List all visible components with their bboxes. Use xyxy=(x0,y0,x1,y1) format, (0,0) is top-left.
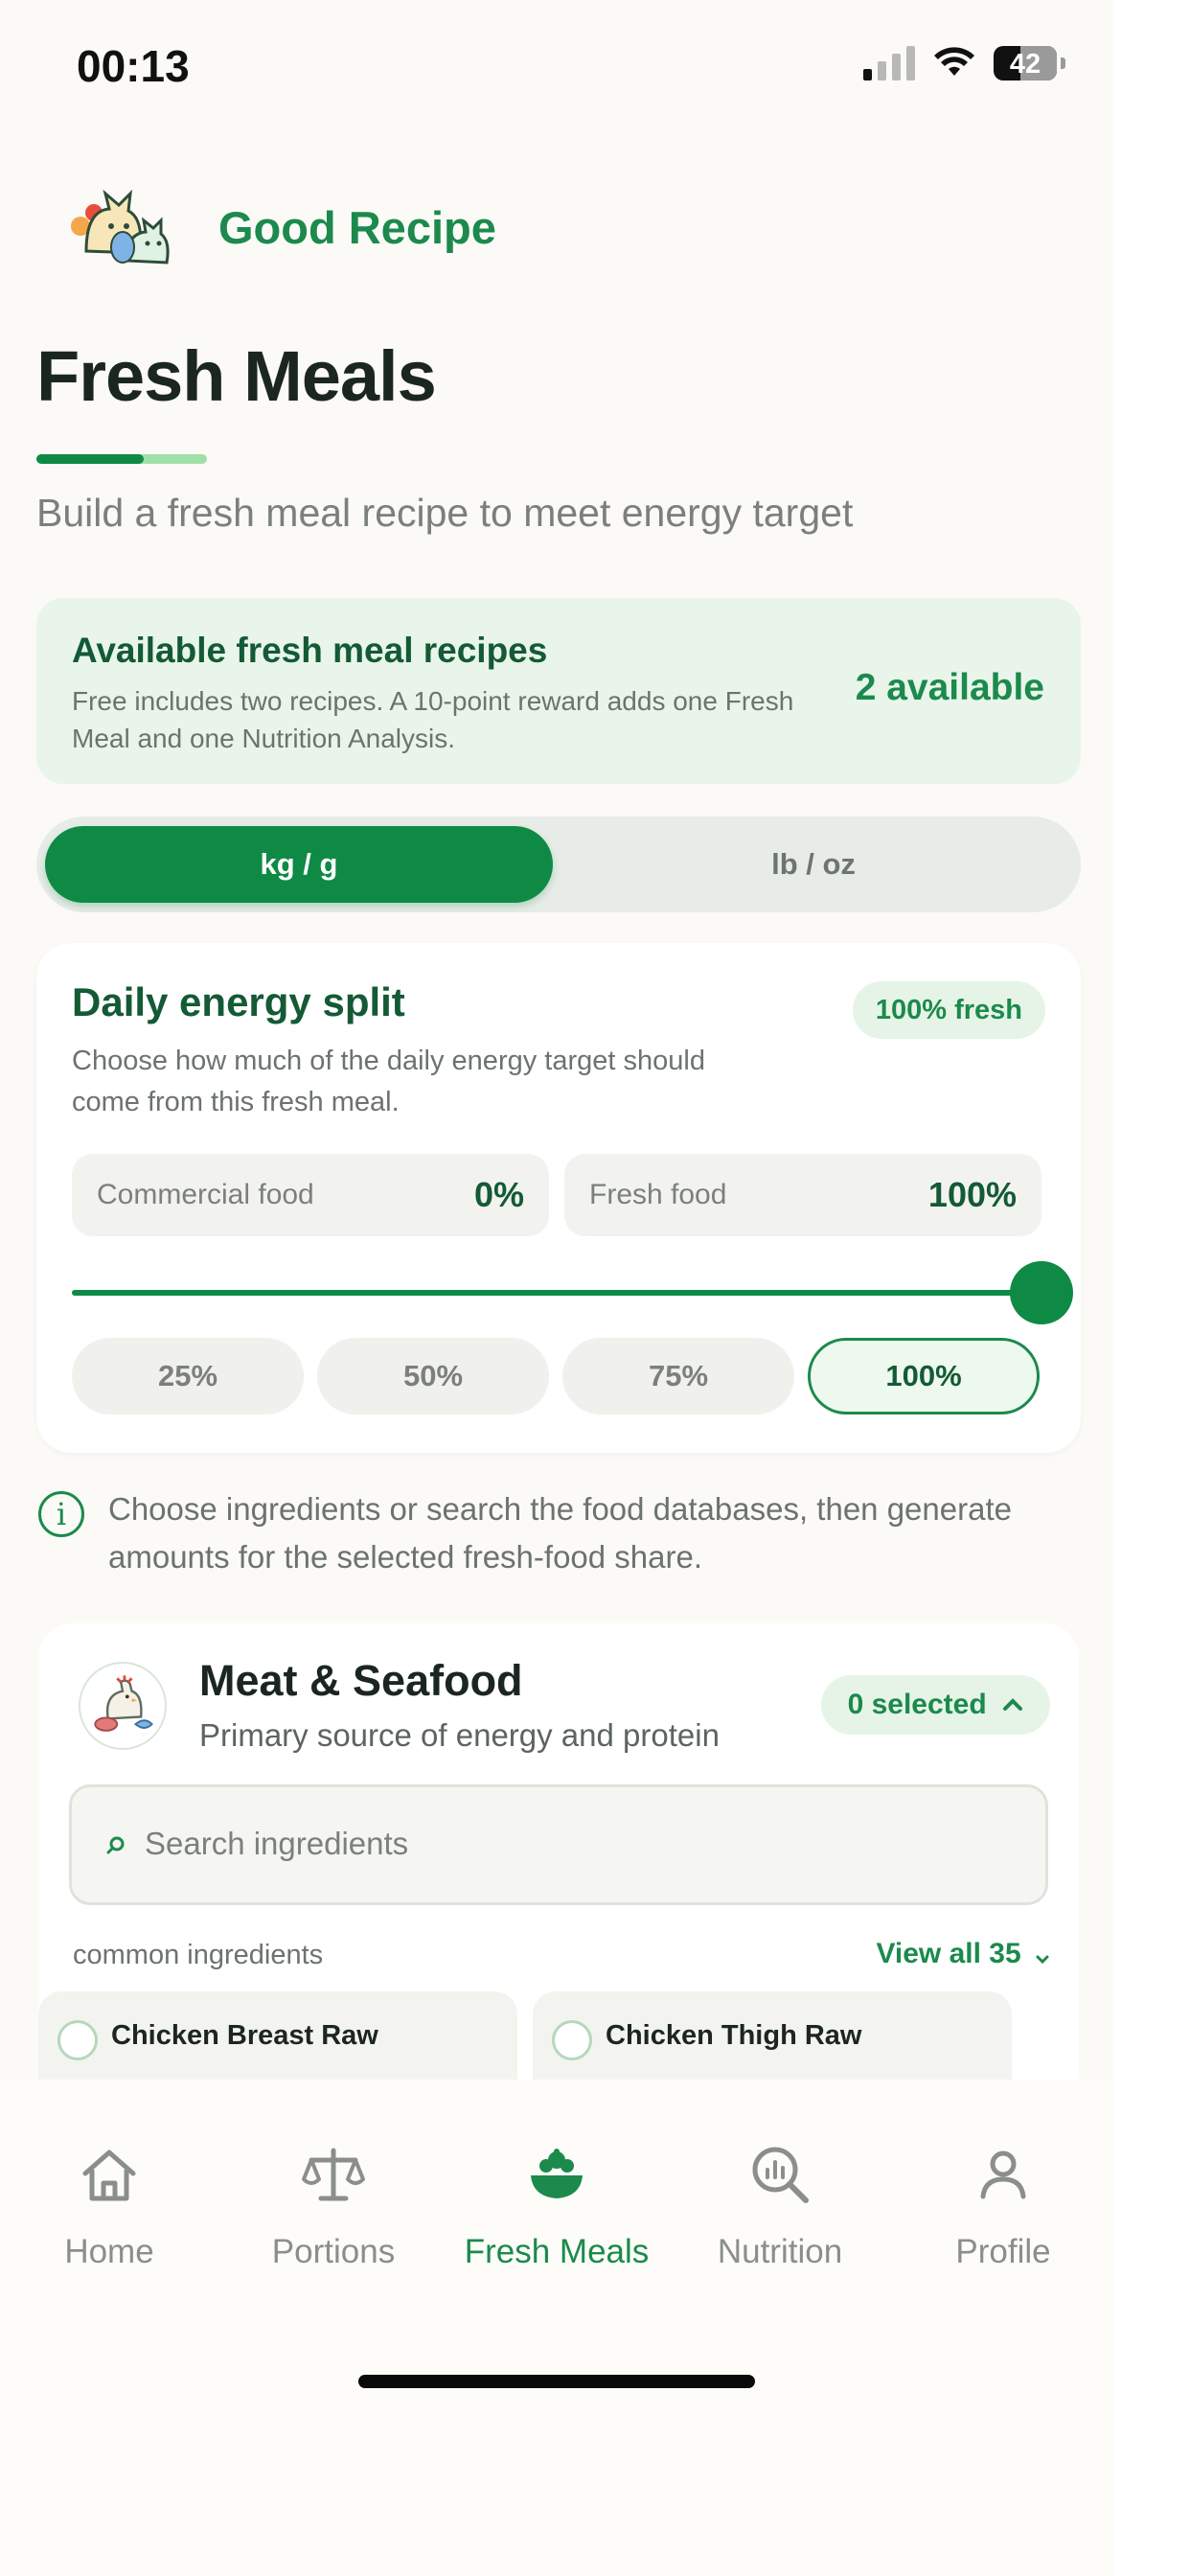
page-subtitle: Build a fresh meal recipe to meet energy… xyxy=(36,491,854,535)
page-title: Fresh Meals xyxy=(36,336,437,416)
slider-thumb[interactable] xyxy=(1010,1261,1073,1324)
commercial-food-box: Commercial food 0% xyxy=(72,1154,549,1236)
home-icon xyxy=(82,2150,136,2201)
analytics-search-icon xyxy=(752,2147,809,2203)
commercial-food-value: 0% xyxy=(473,1175,524,1214)
ingredient-radio[interactable] xyxy=(57,2020,98,2060)
chicken-meat-icon xyxy=(79,1662,167,1750)
meat-selected-toggle[interactable]: 0 selected xyxy=(820,1675,1050,1735)
ingredient-radio[interactable] xyxy=(552,2020,592,2060)
status-icons: 42 xyxy=(863,46,1065,80)
tab-nutrition[interactable]: Nutrition xyxy=(675,2141,885,2271)
preset-50-button[interactable]: 50% xyxy=(317,1338,549,1414)
home-indicator[interactable] xyxy=(358,2375,755,2388)
search-placeholder: Search ingredients xyxy=(145,1826,409,1861)
cat-logo-icon xyxy=(71,189,170,264)
preset-100-button[interactable]: 100% xyxy=(808,1338,1040,1414)
ingredient-search-input[interactable]: Search ingredients xyxy=(69,1784,1048,1905)
battery-icon: 42 xyxy=(994,46,1057,80)
slider-fill xyxy=(72,1290,1041,1296)
energy-split-description: Choose how much of the daily energy targ… xyxy=(72,1046,705,1117)
available-recipes-card: Available fresh meal recipes Free includ… xyxy=(36,598,1081,784)
scale-icon xyxy=(302,2148,365,2201)
energy-split-card: Daily energy split 100% fresh Choose how… xyxy=(36,943,1081,1453)
search-icon xyxy=(106,1836,125,1854)
preset-25-button[interactable]: 25% xyxy=(72,1338,304,1414)
tab-home[interactable]: Home xyxy=(4,2141,215,2271)
meat-section-title: Meat & Seafood xyxy=(199,1656,523,1705)
view-all-button[interactable]: View all 35 xyxy=(876,1938,1050,1970)
tab-label: Home xyxy=(64,2233,154,2270)
unit-toggle: kg / g lb / oz xyxy=(36,816,1081,912)
bowl-icon xyxy=(531,2149,583,2198)
energy-split-title: Daily energy split xyxy=(72,979,405,1024)
app-screen: 00:13 42 Good Recipe Fresh Meals Build a… xyxy=(0,0,1190,2576)
chevron-down-icon xyxy=(1036,1955,1049,1965)
fresh-share-badge: 100% fresh xyxy=(852,981,1045,1039)
tab-label: Portions xyxy=(271,2233,396,2270)
ingredient-name: Chicken Breast Raw xyxy=(111,2020,378,2051)
screen-margin xyxy=(1113,0,1190,2576)
title-underline xyxy=(36,454,207,464)
info-icon: i xyxy=(38,1491,84,1537)
tab-label: Fresh Meals xyxy=(464,2233,650,2270)
available-count: 2 available xyxy=(855,667,1044,708)
fresh-food-label: Fresh food xyxy=(589,1179,727,1210)
available-title: Available fresh meal recipes xyxy=(72,631,548,670)
brand-name: Good Recipe xyxy=(218,202,496,253)
info-text: Choose ingredients or search the food da… xyxy=(108,1491,1012,1575)
meat-selected-count: 0 selected xyxy=(847,1689,987,1720)
wifi-icon xyxy=(934,47,974,76)
fresh-food-value: 100% xyxy=(927,1175,1017,1214)
available-description: Free includes two recipes. A 10-point re… xyxy=(72,686,794,753)
tab-portions[interactable]: Portions xyxy=(228,2141,439,2271)
unit-imperial-button[interactable]: lb / oz xyxy=(560,826,1067,903)
meat-seafood-card: Meat & Seafood Primary source of energy … xyxy=(38,1623,1079,2103)
battery-level: 42 xyxy=(1009,49,1041,80)
meat-section-subtitle: Primary source of energy and protein xyxy=(199,1717,720,1753)
energy-slider[interactable] xyxy=(72,1261,1073,1324)
preset-75-button[interactable]: 75% xyxy=(562,1338,794,1414)
tab-label: Profile xyxy=(955,2233,1051,2270)
unit-metric-button[interactable]: kg / g xyxy=(45,826,553,903)
fresh-food-box: Fresh food 100% xyxy=(564,1154,1041,1236)
chevron-up-icon xyxy=(1003,1698,1022,1711)
signal-icon xyxy=(863,46,915,80)
ingredient-name: Chicken Thigh Raw xyxy=(606,2020,862,2051)
status-time: 00:13 xyxy=(77,41,190,91)
battery-tip xyxy=(1061,58,1065,69)
tab-fresh-meals[interactable]: Fresh Meals xyxy=(451,2141,662,2271)
view-all-label: View all 35 xyxy=(876,1938,1021,1969)
common-ingredients-label: common ingredients xyxy=(73,1940,324,1970)
tab-profile[interactable]: Profile xyxy=(898,2141,1109,2271)
commercial-food-label: Commercial food xyxy=(97,1179,314,1210)
person-icon xyxy=(980,2150,1026,2199)
tab-label: Nutrition xyxy=(717,2233,843,2270)
bottom-tab-bar: Home Portions Fresh Meals Nutrition Prof… xyxy=(0,2080,1190,2576)
